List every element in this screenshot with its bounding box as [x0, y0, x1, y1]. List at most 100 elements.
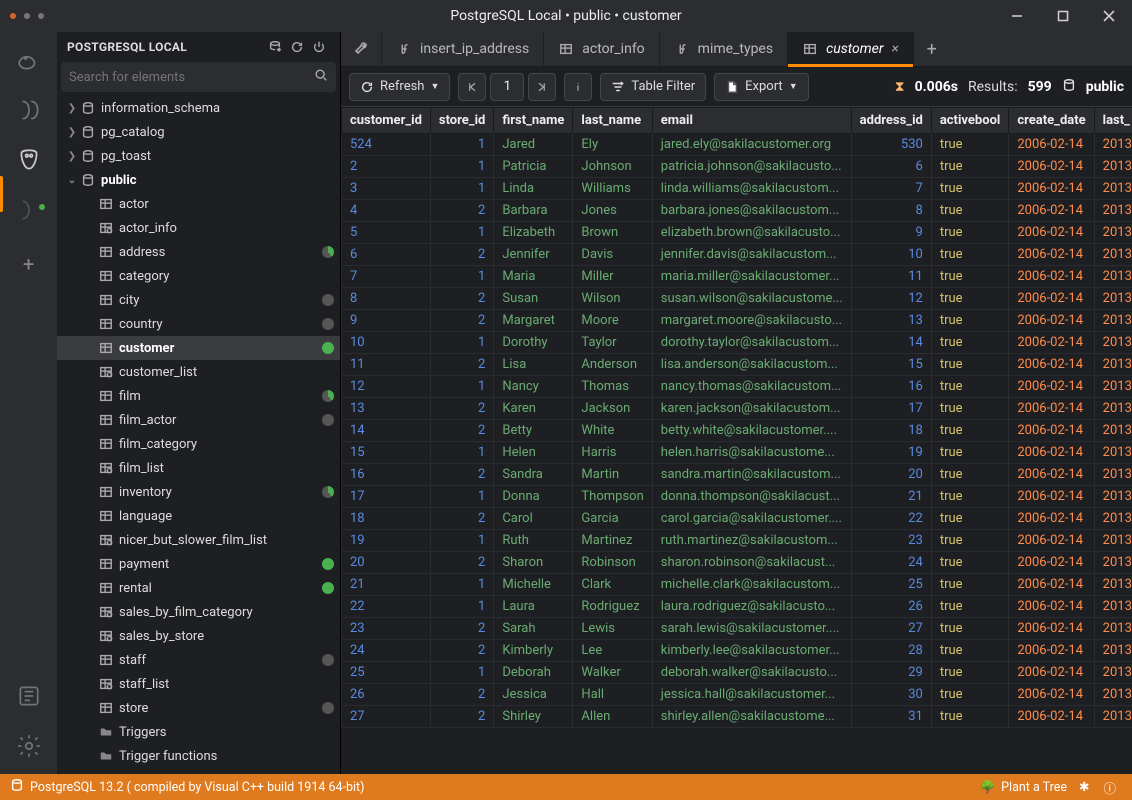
cell[interactable]: jennifer.davis@sakilacustom...: [652, 244, 851, 266]
cell[interactable]: 2006-02-14: [1009, 486, 1094, 508]
cell[interactable]: 524: [342, 134, 431, 156]
cell[interactable]: donna.thompson@sakilacust...: [652, 486, 851, 508]
cell[interactable]: true: [931, 442, 1009, 464]
cell[interactable]: Kimberly: [494, 640, 573, 662]
cell[interactable]: 2013: [1094, 156, 1132, 178]
object-tree[interactable]: ❯information_schema❯pg_catalog❯pg_toast⌄…: [57, 96, 340, 774]
table-row[interactable]: 71MariaMillermaria.miller@sakilacustomer…: [342, 266, 1132, 288]
cell[interactable]: 26: [851, 596, 931, 618]
tree-schema[interactable]: ❯information_schema: [57, 96, 340, 120]
activity-db-icon[interactable]: [11, 42, 47, 78]
cell[interactable]: 14: [851, 332, 931, 354]
table-row[interactable]: 62JenniferDavisjennifer.davis@sakilacust…: [342, 244, 1132, 266]
cell[interactable]: true: [931, 684, 1009, 706]
cell[interactable]: 15: [342, 442, 431, 464]
cell[interactable]: 2: [430, 684, 493, 706]
cell[interactable]: true: [931, 420, 1009, 442]
cell[interactable]: 2006-02-14: [1009, 310, 1094, 332]
cell[interactable]: 17: [342, 486, 431, 508]
cell[interactable]: true: [931, 310, 1009, 332]
cell[interactable]: 2: [430, 310, 493, 332]
cell[interactable]: Sarah: [494, 618, 573, 640]
maximize-button[interactable]: [1040, 0, 1086, 32]
table-row[interactable]: 171DonnaThompsondonna.thompson@sakilacus…: [342, 486, 1132, 508]
tree-table-store[interactable]: store: [57, 696, 340, 720]
cell[interactable]: true: [931, 508, 1009, 530]
cell[interactable]: 13: [851, 310, 931, 332]
cell[interactable]: elizabeth.brown@sakilacusto...: [652, 222, 851, 244]
cell[interactable]: 2006-02-14: [1009, 552, 1094, 574]
cell[interactable]: 11: [342, 354, 431, 376]
table-row[interactable]: 262JessicaHalljessica.hall@sakilacustome…: [342, 684, 1132, 706]
cell[interactable]: Jackson: [573, 398, 652, 420]
tree-table-film_category[interactable]: film_category: [57, 432, 340, 456]
cell[interactable]: 2: [430, 508, 493, 530]
cell[interactable]: Thompson: [573, 486, 652, 508]
cell[interactable]: 1: [430, 266, 493, 288]
cell[interactable]: 24: [851, 552, 931, 574]
cell[interactable]: 2006-02-14: [1009, 464, 1094, 486]
cell[interactable]: 2013: [1094, 530, 1132, 552]
cell[interactable]: 27: [342, 706, 431, 728]
cell[interactable]: 25: [342, 662, 431, 684]
cell[interactable]: 2006-02-14: [1009, 442, 1094, 464]
cell[interactable]: 2006-02-14: [1009, 574, 1094, 596]
col-customer_id[interactable]: customer_id: [342, 108, 431, 134]
cell[interactable]: sharon.robinson@sakilacust...: [652, 552, 851, 574]
cell[interactable]: 2013: [1094, 222, 1132, 244]
cell[interactable]: 2006-02-14: [1009, 354, 1094, 376]
cell[interactable]: patricia.johnson@sakilacusto...: [652, 156, 851, 178]
cell[interactable]: true: [931, 530, 1009, 552]
table-row[interactable]: 142BettyWhitebetty.white@sakilacustomer.…: [342, 420, 1132, 442]
cell[interactable]: 31: [851, 706, 931, 728]
tree-table-film_list[interactable]: film_list: [57, 456, 340, 480]
cell[interactable]: 19: [342, 530, 431, 552]
cell[interactable]: 27: [851, 618, 931, 640]
col-first_name[interactable]: first_name: [494, 108, 573, 134]
col-create_date[interactable]: create_date: [1009, 108, 1094, 134]
table-row[interactable]: 42BarbaraJonesbarbara.jones@sakilacustom…: [342, 200, 1132, 222]
cell[interactable]: 6: [342, 244, 431, 266]
col-address_id[interactable]: address_id: [851, 108, 931, 134]
cell[interactable]: 1: [430, 222, 493, 244]
plant-tree-link[interactable]: Plant a Tree: [1001, 780, 1067, 795]
cell[interactable]: dorothy.taylor@sakilacustom...: [652, 332, 851, 354]
table-row[interactable]: 21PatriciaJohnsonpatricia.johnson@sakila…: [342, 156, 1132, 178]
cell[interactable]: susan.wilson@sakilacustome...: [652, 288, 851, 310]
cell[interactable]: 6: [851, 156, 931, 178]
cell[interactable]: 2: [342, 156, 431, 178]
cell[interactable]: deborah.walker@sakilacusto...: [652, 662, 851, 684]
cell[interactable]: 10: [342, 332, 431, 354]
cell[interactable]: Martinez: [573, 530, 652, 552]
cell[interactable]: Ely: [573, 134, 652, 156]
cell[interactable]: 2: [430, 288, 493, 310]
cell[interactable]: Susan: [494, 288, 573, 310]
col-activebool[interactable]: activebool: [931, 108, 1009, 134]
tree-table-city[interactable]: city: [57, 288, 340, 312]
cell[interactable]: 2006-02-14: [1009, 398, 1094, 420]
info-button[interactable]: [564, 73, 592, 101]
cell[interactable]: Maria: [494, 266, 573, 288]
cell[interactable]: 2013: [1094, 200, 1132, 222]
cell[interactable]: 2: [430, 618, 493, 640]
cell[interactable]: Patricia: [494, 156, 573, 178]
cell[interactable]: true: [931, 266, 1009, 288]
cell[interactable]: margaret.moore@sakilacusto...: [652, 310, 851, 332]
cell[interactable]: betty.white@sakilacustomer....: [652, 420, 851, 442]
cell[interactable]: Allen: [573, 706, 652, 728]
page-input[interactable]: [490, 73, 524, 101]
activity-status-icon[interactable]: [11, 678, 47, 714]
tree-folder[interactable]: Trigger functions: [57, 744, 340, 768]
cell[interactable]: 22: [851, 508, 931, 530]
cell[interactable]: true: [931, 640, 1009, 662]
cell[interactable]: 2013: [1094, 134, 1132, 156]
refresh-sidebar-icon[interactable]: [286, 36, 308, 58]
cell[interactable]: true: [931, 618, 1009, 640]
cell[interactable]: 2013: [1094, 244, 1132, 266]
activity-db2-icon[interactable]: [11, 92, 47, 128]
cell[interactable]: 4: [342, 200, 431, 222]
cell[interactable]: 21: [342, 574, 431, 596]
cell[interactable]: 5: [342, 222, 431, 244]
tree-table-sales_by_film_category[interactable]: sales_by_film_category: [57, 600, 340, 624]
tree-table-category[interactable]: category: [57, 264, 340, 288]
